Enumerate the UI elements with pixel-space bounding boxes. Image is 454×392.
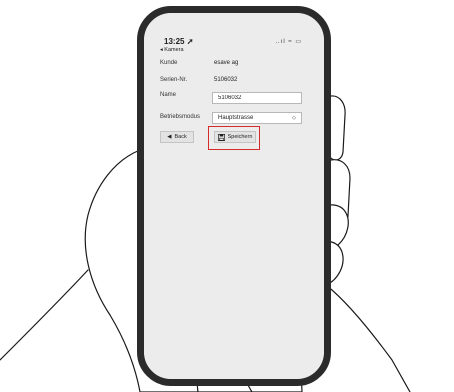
name-label: Name (160, 92, 177, 98)
customer-label: Kunde (160, 60, 178, 66)
back-button[interactable]: ◀ Back (160, 131, 194, 143)
select-chevron-icon: ◇ (292, 115, 296, 121)
phone-screen: 13:25 ➚ ◂ Kamera ..ıl ≈ ▭ Kunde esave ag… (144, 13, 324, 379)
back-button-label: Back (174, 134, 187, 140)
customer-value: esave ag (214, 60, 239, 66)
mode-select[interactable]: Hauptstrasse ◇ (212, 112, 302, 124)
mode-label: Betriebsmodus (160, 114, 201, 120)
mode-select-value: Hauptstrasse (218, 115, 254, 121)
status-bar: 13:25 ➚ ◂ Kamera ..ıl ≈ ▭ (144, 13, 324, 57)
location-arrow-icon: ➚ (186, 37, 194, 46)
status-time: 13:25 ➚ (164, 37, 193, 46)
serial-value: 5106032 (214, 77, 238, 83)
save-highlight-box (208, 126, 260, 150)
name-input[interactable] (212, 92, 302, 104)
signal-wifi-battery-icon: ..ıl ≈ ▭ (275, 39, 302, 45)
serial-label: Serien-Nr. (160, 77, 188, 83)
time-text: 13:25 (164, 37, 185, 46)
back-to-camera-link[interactable]: ◂ Kamera (160, 47, 184, 53)
back-arrow-icon: ◀ (167, 134, 172, 140)
